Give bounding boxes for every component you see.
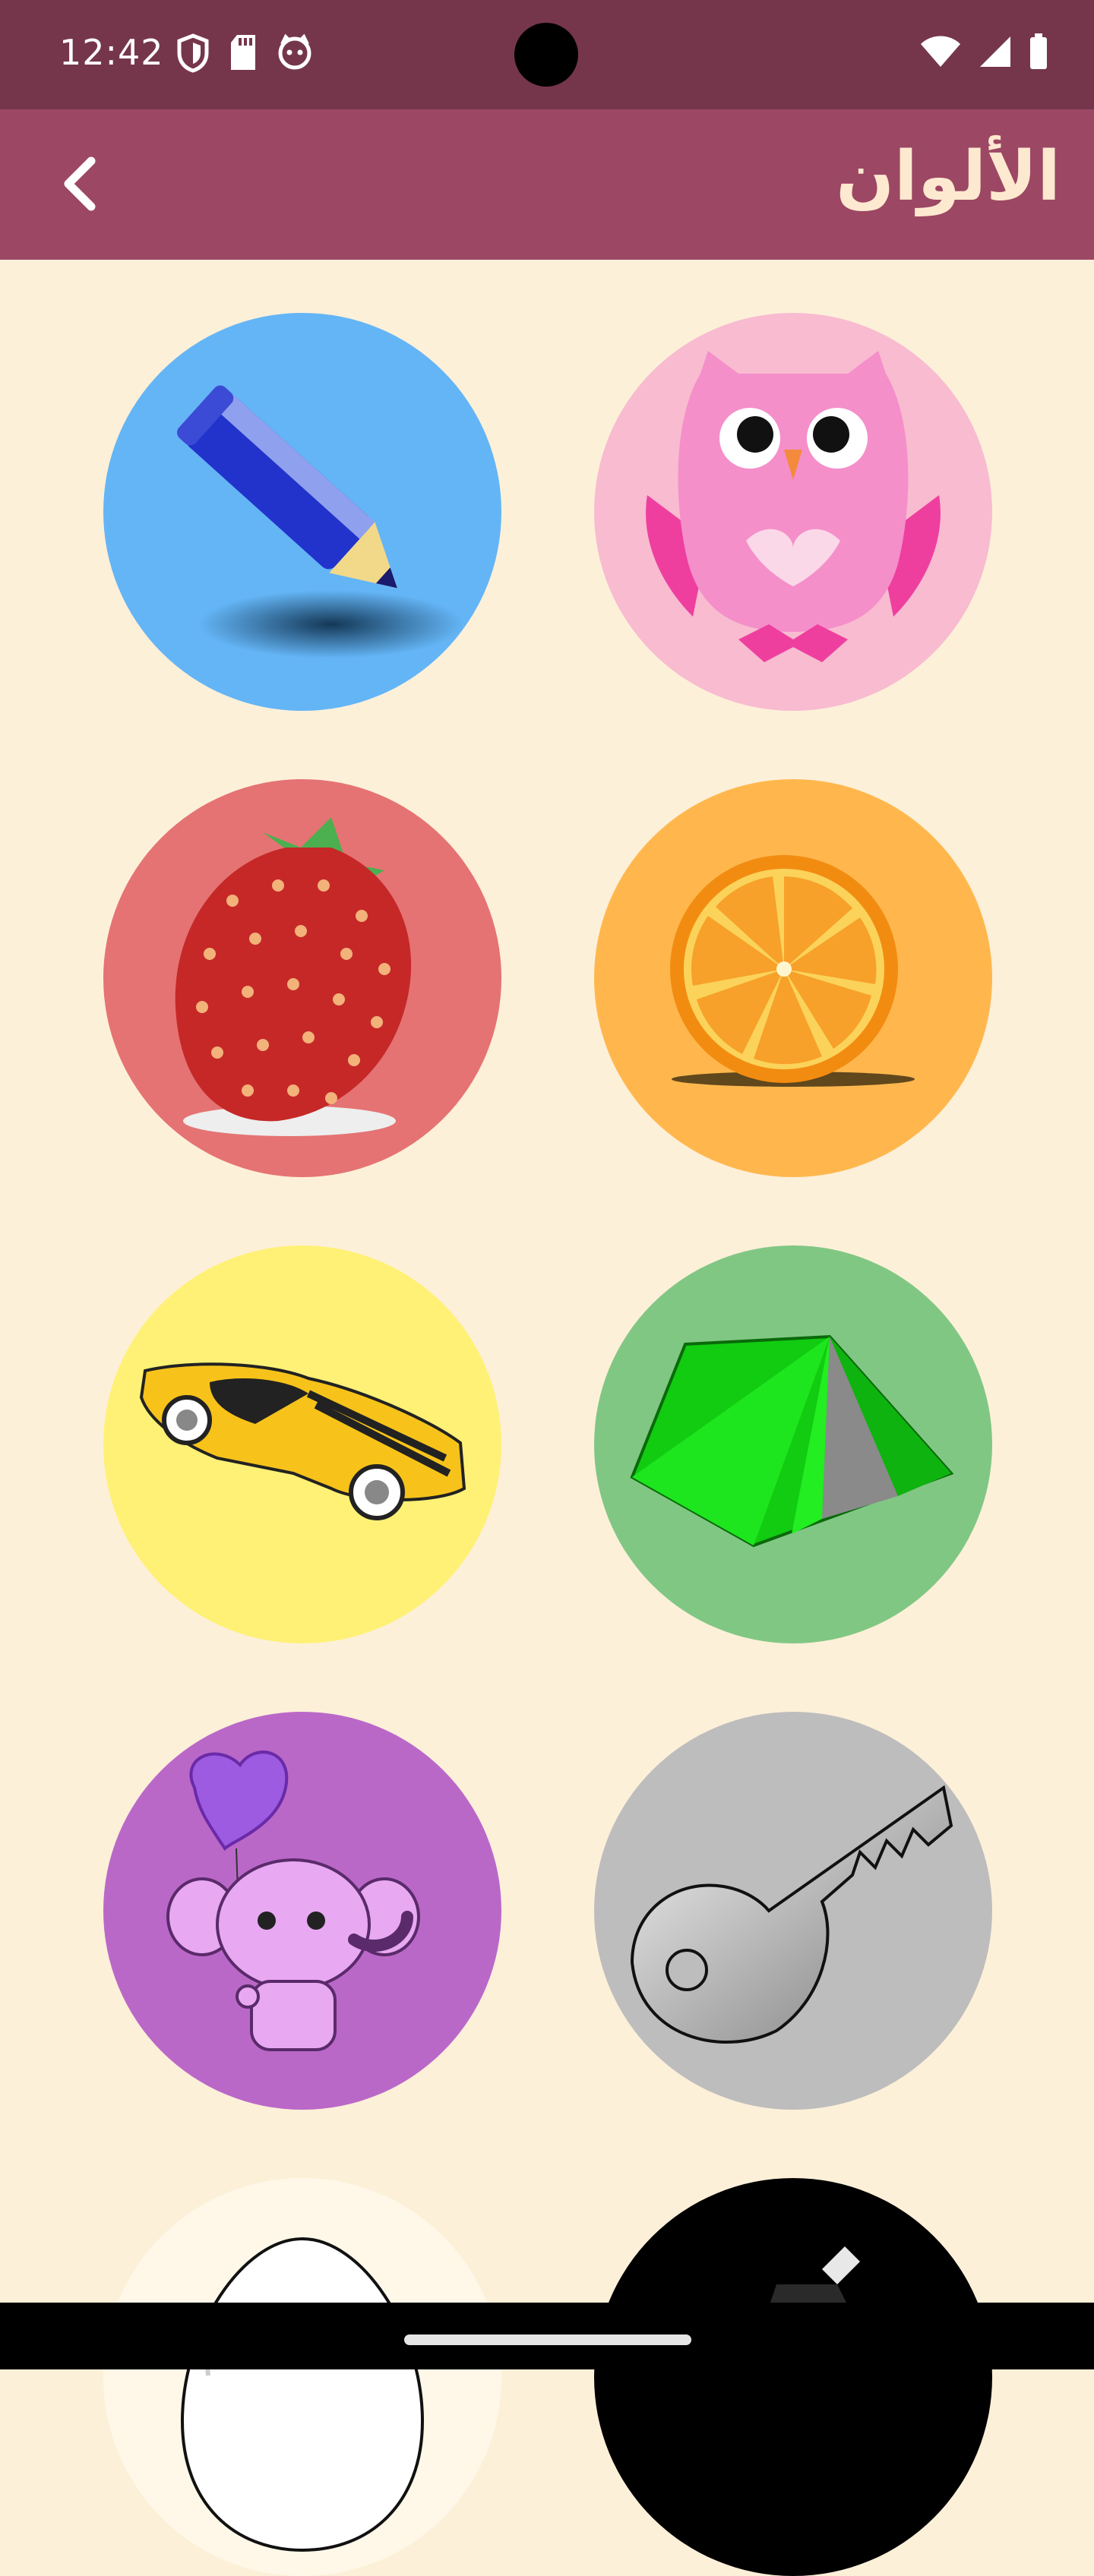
sd-card-icon [228,33,258,76]
status-icons-right [919,33,1048,73]
battery-icon [1029,33,1048,73]
tent-icon [630,1334,954,1548]
orange-icon [670,855,915,1087]
owl-icon [646,351,941,662]
color-item-green-tent[interactable] [594,1245,992,1643]
camera-cutout [514,23,578,87]
face-icon [277,33,313,76]
status-time: 12:42 [59,32,164,73]
back-button[interactable] [44,149,117,222]
color-item-blue-pencil[interactable] [103,313,501,711]
wifi-icon [919,35,962,71]
status-icons-left [176,33,313,76]
signal-icon [979,35,1012,71]
color-item-white-egg[interactable] [103,2178,501,2576]
egg-icon [180,2237,425,2552]
color-item-black-hat[interactable] [594,2178,992,2576]
colors-grid [0,260,1094,2576]
color-item-pink-owl[interactable] [594,313,992,711]
color-item-yellow-car[interactable] [103,1245,501,1643]
chevron-left-icon [58,156,103,214]
color-item-orange-slice[interactable] [594,779,992,1177]
car-icon [139,1362,466,1520]
color-item-red-strawberry[interactable] [103,779,501,1177]
app-bar: الألوان [0,109,1094,260]
pencil-icon [177,385,464,658]
color-item-grey-key[interactable] [594,1712,992,2110]
status-bar: 12:42 [0,0,1094,109]
key-icon [630,1785,953,2044]
navigation-bar [0,2303,1094,2369]
hat-icon [761,2246,860,2330]
strawberry-icon [175,817,412,1136]
page-title: الألوان [836,137,1061,216]
elephant-icon [166,1750,420,2051]
color-item-purple-elephant[interactable] [103,1712,501,2110]
home-gesture-handle[interactable] [404,2334,691,2345]
shield-icon [176,33,210,76]
